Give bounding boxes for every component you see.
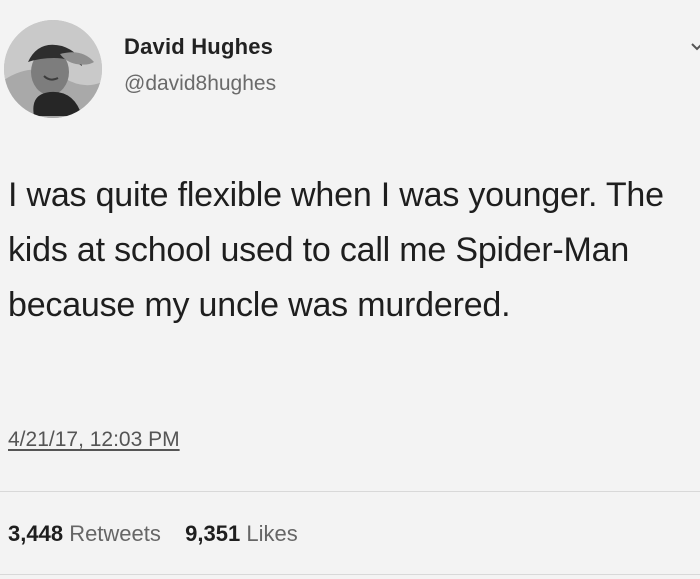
retweets-label[interactable]: Retweets (69, 521, 161, 546)
likes-count[interactable]: 9,351 (185, 521, 240, 546)
divider (0, 491, 700, 492)
tweet-card: David Hughes @david8hughes I was quite f… (0, 0, 700, 579)
likes-label[interactable]: Likes (246, 521, 297, 546)
chevron-down-icon[interactable] (690, 40, 700, 54)
tweet-text: I was quite flexible when I was younger.… (8, 176, 664, 324)
tweet-timestamp[interactable]: 4/21/17, 12:03 PM (8, 428, 180, 452)
engagement-stats: 3,448 Retweets 9,351 Likes (8, 521, 298, 547)
avatar[interactable] (4, 20, 102, 118)
divider (0, 574, 700, 575)
author-name[interactable]: David Hughes (124, 34, 273, 60)
avatar-image (4, 20, 102, 118)
author-handle[interactable]: @david8hughes (124, 72, 276, 96)
retweets-count[interactable]: 3,448 (8, 521, 63, 546)
